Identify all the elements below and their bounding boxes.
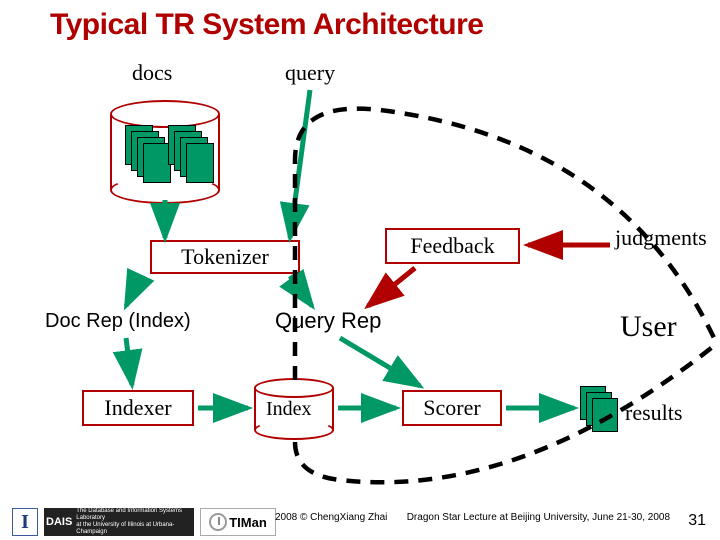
tokenizer-label: Tokenizer bbox=[181, 244, 269, 270]
footer-pagenum: 31 bbox=[688, 512, 706, 530]
footer-venue: Dragon Star Lecture at Beijing Universit… bbox=[407, 512, 670, 523]
scorer-label: Scorer bbox=[423, 395, 480, 421]
indexer-label: Indexer bbox=[104, 395, 171, 421]
tokenizer-box: Tokenizer bbox=[150, 240, 300, 274]
index-label: Index bbox=[266, 398, 312, 421]
footer-copyright: 2008 © ChengXiang Zhai bbox=[275, 512, 387, 523]
user-label: User bbox=[620, 310, 677, 344]
feedback-box: Feedback bbox=[385, 228, 520, 264]
arrow-feedback-queryrep bbox=[368, 268, 415, 306]
arrow-docrep-indexer bbox=[126, 338, 132, 385]
footer: 2008 © ChengXiang Zhai Dragon Star Lectu… bbox=[0, 512, 720, 534]
judgments-label: judgments bbox=[615, 225, 707, 251]
doc-rep-label: Doc Rep (Index) bbox=[45, 310, 191, 333]
docs-label: docs bbox=[132, 60, 172, 86]
feedback-label: Feedback bbox=[410, 233, 494, 259]
query-label: query bbox=[285, 60, 335, 86]
arrows-layer bbox=[0, 0, 720, 540]
arrow-query-tokenizer bbox=[290, 90, 310, 238]
arrow-tok-queryrep bbox=[290, 276, 312, 306]
results-label: results bbox=[625, 400, 682, 426]
query-rep-label: Query Rep bbox=[275, 308, 381, 334]
arrow-queryrep-scorer bbox=[340, 338, 420, 386]
arrow-tok-docrep bbox=[126, 276, 140, 306]
slide-title: Typical TR System Architecture bbox=[50, 8, 483, 42]
indexer-box: Indexer bbox=[82, 390, 194, 426]
scorer-box: Scorer bbox=[402, 390, 502, 426]
